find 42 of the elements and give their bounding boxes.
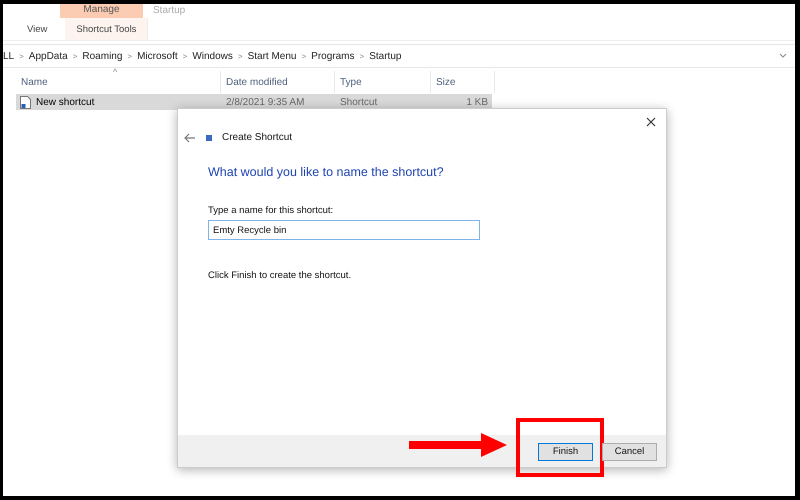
dialog-button[interactable]: Cancel	[602, 442, 657, 461]
shortcut-file-icon	[20, 96, 31, 108]
separator-icon: >	[360, 52, 364, 60]
breadcrumb[interactable]: LL	[3, 50, 14, 62]
column-header[interactable]: Size	[436, 76, 456, 88]
file-name: New shortcut	[36, 96, 94, 108]
dialog-title: Create Shortcut	[222, 132, 292, 143]
ribbon-tab[interactable]: View	[17, 18, 58, 40]
type-cell: Shortcut	[340, 96, 378, 108]
sort-indicator: ^	[113, 67, 118, 77]
breadcrumb[interactable]: Windows	[192, 50, 233, 62]
field-label: Type a name for this shortcut:	[208, 205, 334, 216]
size-cell: 1 KB	[466, 96, 488, 108]
back-arrow-icon[interactable]	[184, 132, 196, 142]
breadcrumb[interactable]: Programs	[311, 50, 355, 62]
dialog-button[interactable]: Finish	[538, 442, 593, 461]
file-row[interactable]: New shortcut 2/8/2021 9:35 AM Shortcut 1 KB	[16, 94, 492, 110]
column-header[interactable]: Type	[340, 76, 362, 88]
date-cell: 2/8/2021 9:35 AM	[226, 96, 304, 108]
separator-icon: >	[19, 52, 24, 60]
column-header[interactable]: Name	[21, 76, 48, 88]
breadcrumb[interactable]: Microsoft	[137, 50, 178, 62]
close-icon[interactable]	[646, 117, 656, 127]
ribbon-tab[interactable]: Shortcut Tools	[65, 18, 148, 40]
separator-icon: >	[72, 52, 78, 60]
breadcrumb[interactable]: AppData	[28, 50, 68, 62]
separator-icon: >	[238, 52, 243, 60]
context-group-label: Manage	[83, 4, 120, 14]
dialog-heading: What would you like to name the shortcut?	[208, 165, 445, 179]
name-input-field[interactable]: Emty Recycle bin	[208, 220, 480, 240]
breadcrumb[interactable]: Startup	[369, 50, 402, 62]
window-title: Startup	[153, 5, 186, 16]
instruction-text: Click Finish to create the shortcut.	[208, 270, 352, 281]
address-bar[interactable]: LL > AppData > Roaming > Microsoft > Windows > Start Menu > Programs > Startup	[3, 44, 795, 68]
separator-icon: >	[127, 52, 132, 60]
breadcrumb[interactable]: Roaming	[82, 50, 122, 62]
breadcrumb[interactable]: Start Menu	[248, 50, 296, 62]
shortcut-icon	[206, 134, 212, 140]
chevron-icon[interactable]	[779, 53, 787, 59]
column-header[interactable]: Date modified	[226, 76, 288, 88]
separator-icon: >	[182, 52, 188, 60]
separator-icon: >	[302, 52, 306, 60]
